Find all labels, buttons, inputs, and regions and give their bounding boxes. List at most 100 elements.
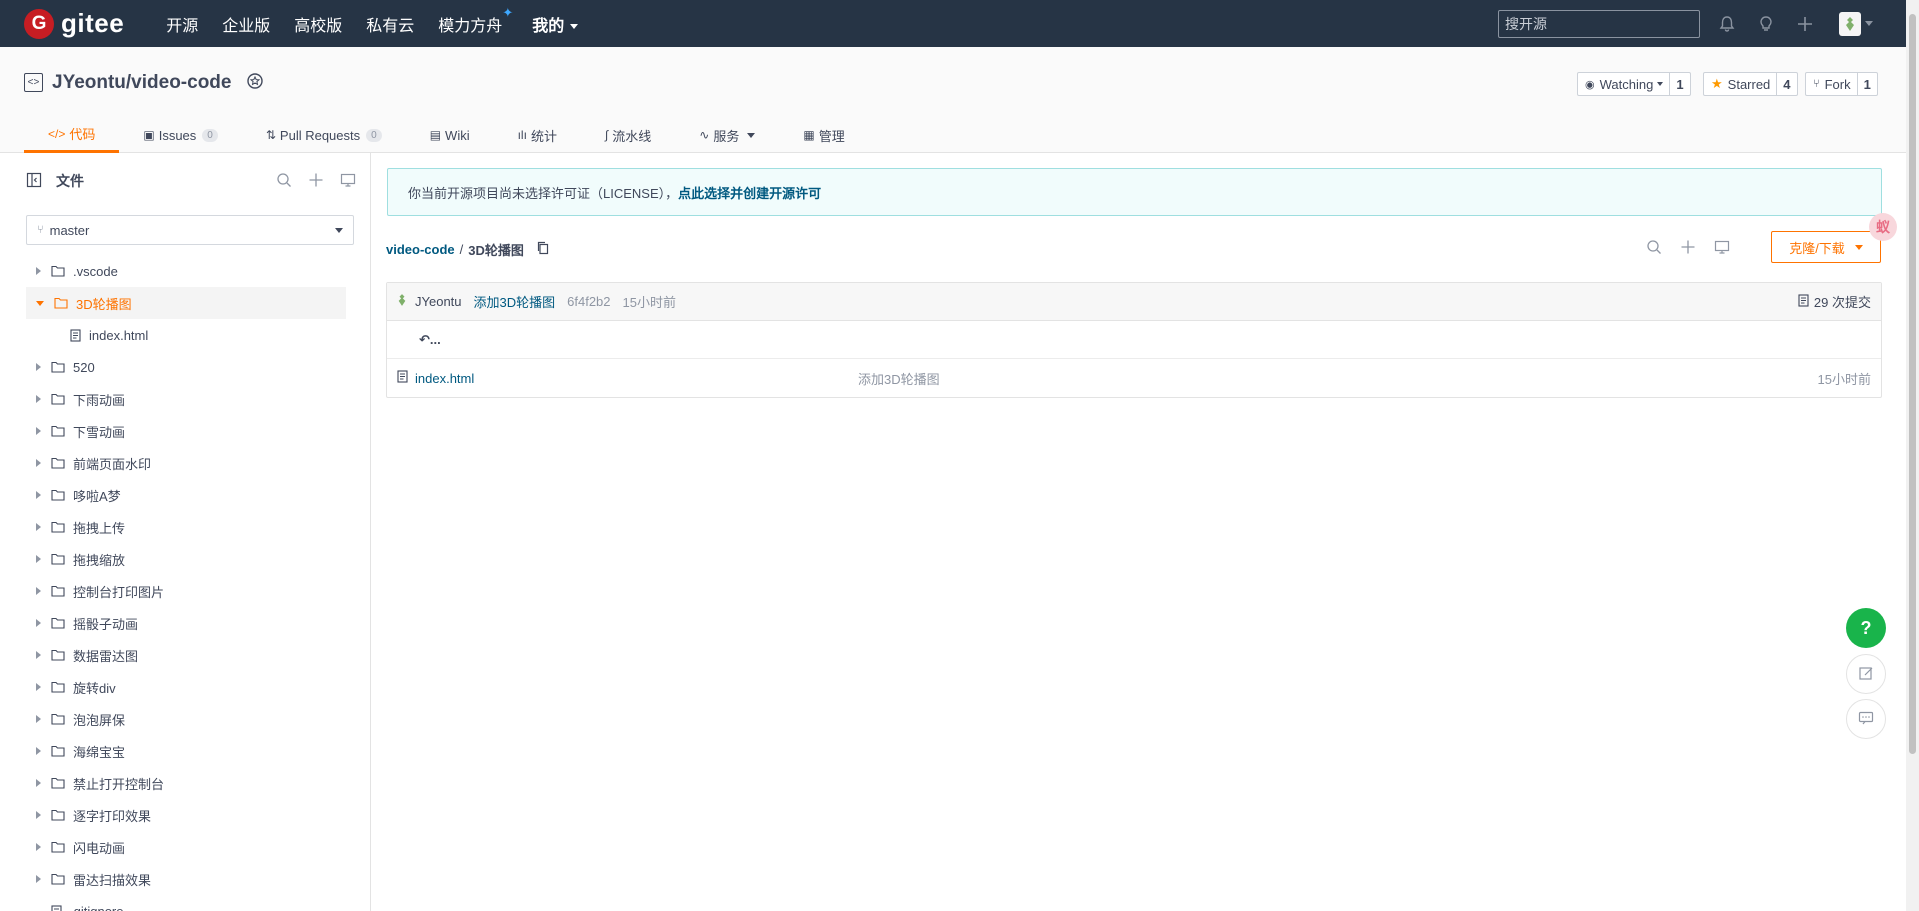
copy-path-icon[interactable] <box>536 241 550 258</box>
watch-button[interactable]: ◉ Watching 1 <box>1577 72 1691 96</box>
tree-folder[interactable]: 闪电动画 <box>26 831 346 863</box>
dir-add-icon[interactable] <box>1680 239 1696 258</box>
tree-folder[interactable]: 摇骰子动画 <box>26 607 346 639</box>
file-icon <box>70 328 81 342</box>
sidebar-header: 文件 <box>26 171 356 191</box>
commit-sha[interactable]: 6f4f2b2 <box>567 294 610 309</box>
clone-download-button[interactable]: 克隆/下载 <box>1771 231 1881 263</box>
latest-commit-bar: JYeontu 添加3D轮播图 6f4f2b2 15小时前 29 次提交 <box>387 283 1881 321</box>
commit-author[interactable]: JYeontu <box>415 294 462 309</box>
file-icon <box>51 904 62 911</box>
recommend-badge-icon[interactable] <box>245 71 265 94</box>
tree-item-label: 拖拽缩放 <box>73 552 126 568</box>
tree-folder[interactable]: 数据雷达图 <box>26 639 346 671</box>
starred-count[interactable]: 4 <box>1777 77 1796 92</box>
plus-icon[interactable] <box>1793 12 1817 36</box>
chevron-right-icon <box>36 459 41 467</box>
avatar-chevron-down-icon[interactable] <box>1865 21 1873 26</box>
tree-folder[interactable]: 控制台打印图片 <box>26 575 346 607</box>
lightbulb-icon[interactable] <box>1754 12 1778 36</box>
nav-link-opensource[interactable]: 开源 <box>166 12 198 36</box>
scrollbar-thumb[interactable] <box>1909 14 1916 754</box>
tab-pipeline[interactable]: ∫ 流水线 <box>581 117 675 153</box>
commit-count-link[interactable]: 29 次提交 <box>1798 292 1871 311</box>
watching-count[interactable]: 1 <box>1670 77 1689 92</box>
table-row[interactable]: index.html 添加3D轮播图 15小时前 <box>387 359 1881 397</box>
nav-link-ai-label: 模力方舟 <box>438 17 503 35</box>
commit-message[interactable]: 添加3D轮播图 <box>474 292 556 311</box>
tree-folder[interactable]: 海绵宝宝 <box>26 735 346 767</box>
branch-selector[interactable]: ⑂ master <box>26 215 354 245</box>
file-name[interactable]: index.html <box>415 371 474 386</box>
tree-folder[interactable]: 泡泡屏保 <box>26 703 346 735</box>
breadcrumb-repo[interactable]: video-code <box>386 242 455 257</box>
tree-folder[interactable]: 下雪动画 <box>26 415 346 447</box>
tree-folder-active[interactable]: 3D轮播图 <box>26 287 346 319</box>
star-button[interactable]: ★ Starred 4 <box>1703 72 1798 96</box>
sparkle-icon: ✦ <box>502 4 514 20</box>
tree-folder[interactable]: .vscode <box>26 255 346 287</box>
chevron-right-icon <box>36 811 41 819</box>
tree-folder[interactable]: 前端页面水印 <box>26 447 346 479</box>
code-icon: </> <box>48 126 66 141</box>
feedback-edit-button[interactable] <box>1846 654 1886 694</box>
nav-link-mine[interactable]: 我的 <box>532 12 579 36</box>
tree-item-label: 拖拽上传 <box>73 520 126 536</box>
fork-icon: ⑂ <box>1813 78 1820 90</box>
tab-manage[interactable]: ▦ 管理 <box>779 117 868 153</box>
tab-stats[interactable]: ılı 统计 <box>494 117 581 153</box>
chat-button[interactable] <box>1846 699 1886 739</box>
parent-dir-row[interactable]: ↶ ... <box>387 321 1881 359</box>
gitee-logo[interactable]: G gitee <box>24 8 124 39</box>
tree-file[interactable]: index.html <box>26 319 346 351</box>
fork-count[interactable]: 1 <box>1858 77 1877 92</box>
tree-item-label: 泡泡屏保 <box>73 712 126 728</box>
tab-issues[interactable]: ▣ Issues 0 <box>119 117 241 153</box>
nav-link-ai[interactable]: 模力方舟 ✦ <box>438 5 513 36</box>
help-button[interactable]: ? <box>1846 608 1886 648</box>
user-avatar[interactable] <box>1839 12 1861 36</box>
tree-folder[interactable]: 拖拽上传 <box>26 511 346 543</box>
page-scrollbar[interactable] <box>1906 0 1919 911</box>
nav-link-enterprise[interactable]: 企业版 <box>222 12 270 36</box>
create-license-link[interactable]: 点此选择并创建开源许可 <box>678 183 821 202</box>
collapse-sidebar-icon[interactable] <box>26 172 42 191</box>
nav-link-private-cloud[interactable]: 私有云 <box>366 12 414 36</box>
tab-stats-label: 统计 <box>530 128 557 144</box>
add-file-icon[interactable] <box>308 172 324 191</box>
tree-folder[interactable]: 禁止打开控制台 <box>26 767 346 799</box>
fork-button[interactable]: ⑂ Fork 1 <box>1805 72 1878 96</box>
search-input[interactable] <box>1498 10 1700 38</box>
tab-pull-requests[interactable]: ⇅ Pull Requests 0 <box>242 117 406 153</box>
tab-wiki[interactable]: ▤ Wiki <box>406 117 494 153</box>
dir-web-ide-icon[interactable] <box>1714 239 1730 258</box>
floating-assistant-avatar[interactable]: 蚁 <box>1869 213 1897 241</box>
tree-folder[interactable]: 拖拽缩放 <box>26 543 346 575</box>
project-title[interactable]: JYeontu/video-code <box>52 72 231 94</box>
file-tree: .vscode 3D轮播图 index.html 520 下雨动画下雪动画前端页面水印哆… <box>26 255 346 911</box>
tree-item-label: 下雪动画 <box>73 424 126 440</box>
dir-search-icon[interactable] <box>1646 239 1662 258</box>
tree-folder[interactable]: 雷达扫描效果 <box>26 863 346 895</box>
star-icon: ★ <box>1711 76 1723 91</box>
tab-code[interactable]: </> 代码 <box>24 117 120 153</box>
tree-folder[interactable]: 下雨动画 <box>26 383 346 415</box>
bell-icon[interactable] <box>1715 12 1739 36</box>
web-ide-icon[interactable] <box>340 172 356 191</box>
tree-item-label: 旋转div <box>73 680 116 696</box>
tree-file[interactable]: .gitignore <box>26 895 346 911</box>
commit-count: 29 次提交 <box>1813 295 1871 310</box>
tree-item-label: .vscode <box>73 263 118 279</box>
tab-services[interactable]: ∿ 服务 <box>675 117 779 153</box>
tree-folder[interactable]: 哆啦A梦 <box>26 479 346 511</box>
tree-folder[interactable]: 520 <box>26 351 346 383</box>
folder-icon <box>51 393 65 405</box>
tree-folder[interactable]: 旋转div <box>26 671 346 703</box>
nav-link-education[interactable]: 高校版 <box>294 12 342 36</box>
search-icon[interactable] <box>276 172 292 191</box>
tree-folder[interactable]: 逐字打印效果 <box>26 799 346 831</box>
watch-chevron-down-icon <box>1657 82 1664 86</box>
tree-item-label: index.html <box>89 327 149 343</box>
folder-icon <box>51 457 65 469</box>
file-commit-message[interactable]: 添加3D轮播图 <box>858 369 940 388</box>
